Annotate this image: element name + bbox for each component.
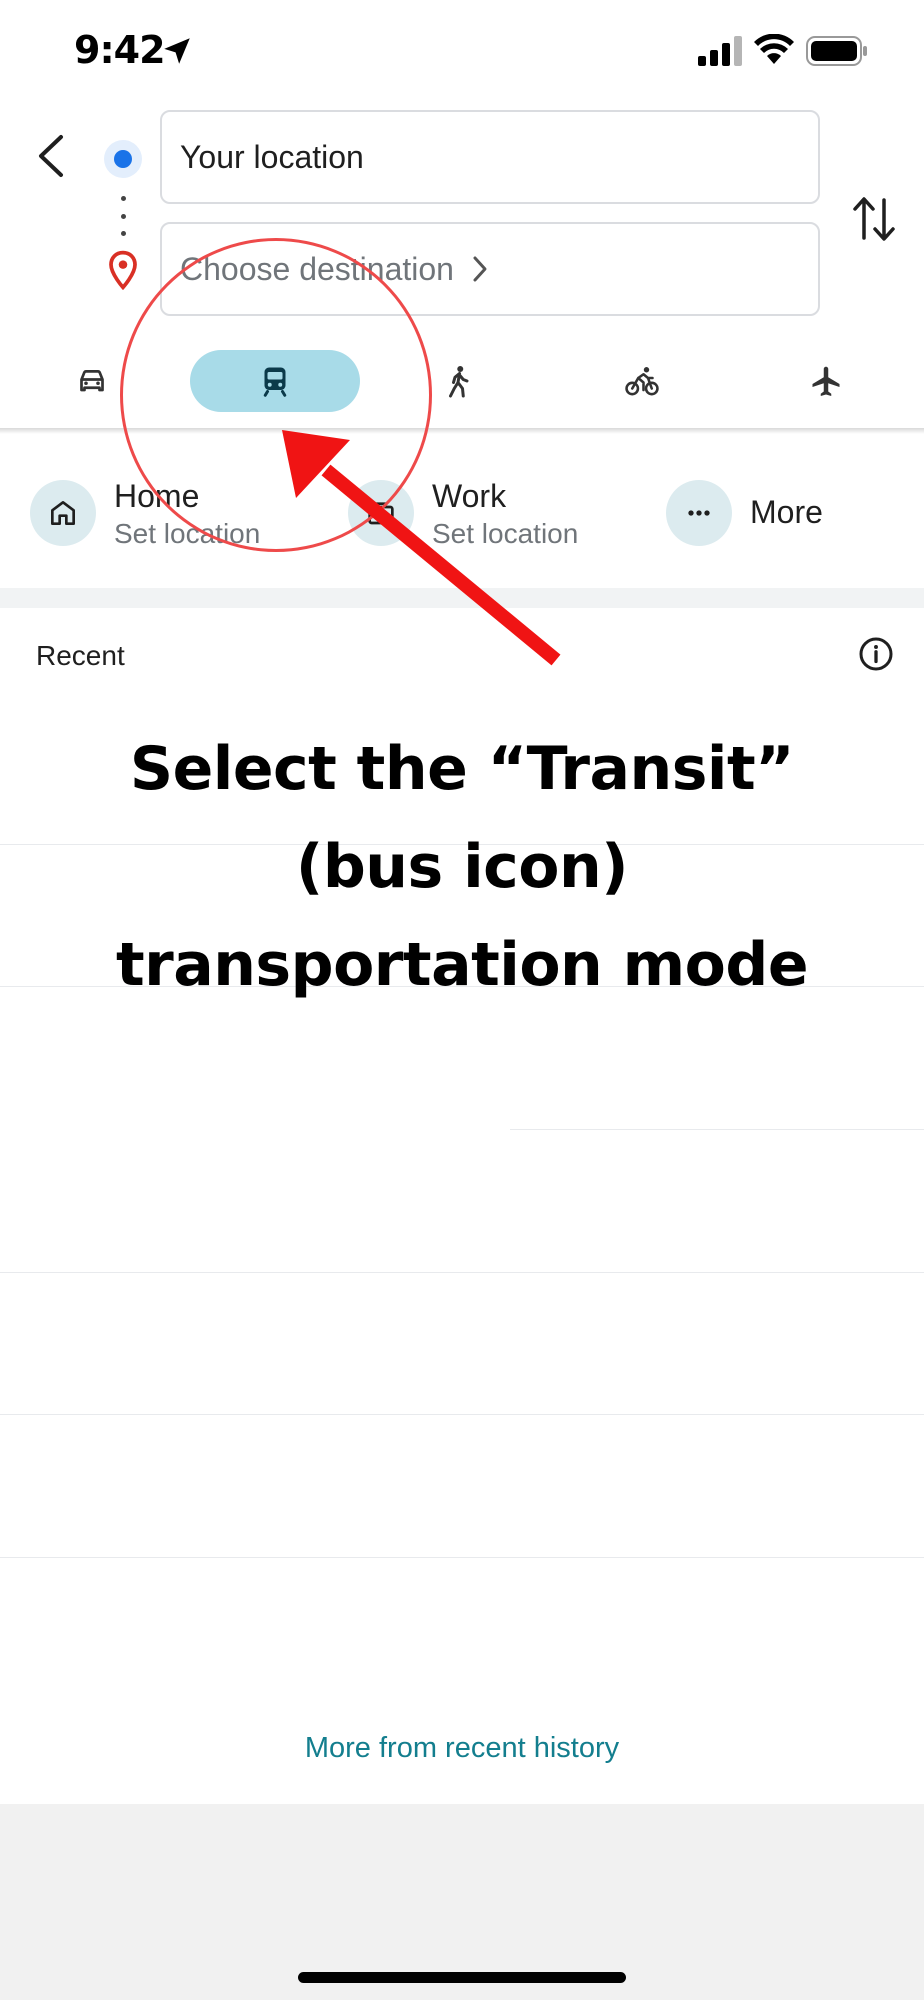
chevron-left-icon bbox=[39, 135, 63, 177]
home-icon bbox=[51, 501, 75, 525]
destination-pin-icon bbox=[109, 250, 137, 290]
instruction-line-2: (bus icon) bbox=[295, 832, 629, 902]
origin-input-value: Your location bbox=[180, 138, 364, 175]
mode-driving-tab[interactable] bbox=[66, 350, 118, 412]
origin-input[interactable]: Your location bbox=[160, 110, 820, 204]
recent-row-divider bbox=[510, 1129, 924, 1130]
walk-icon bbox=[449, 366, 469, 398]
recent-row-divider bbox=[0, 1414, 924, 1415]
bike-icon bbox=[625, 367, 659, 396]
origin-dot-icon bbox=[104, 140, 142, 178]
mode-cycling-tab[interactable] bbox=[616, 350, 668, 412]
instruction-overlay: Select the “Transit” (bus icon) transpor… bbox=[60, 720, 864, 1014]
plane-icon bbox=[812, 366, 840, 396]
shortcut-more-title: More bbox=[750, 494, 823, 530]
swap-directions-icon[interactable] bbox=[852, 194, 896, 244]
wifi-icon bbox=[754, 34, 794, 64]
footer-area bbox=[0, 1804, 924, 2000]
back-button[interactable] bbox=[28, 128, 72, 184]
route-dots bbox=[119, 196, 127, 236]
more-horiz-icon bbox=[688, 510, 710, 516]
annotation-circle bbox=[120, 238, 432, 552]
info-icon[interactable] bbox=[858, 636, 894, 672]
mode-walking-tab[interactable] bbox=[432, 350, 484, 412]
instruction-line-3: transportation mode bbox=[115, 930, 809, 1000]
status-bar: 9:42 bbox=[0, 0, 924, 104]
location-arrow-icon bbox=[164, 38, 190, 64]
recent-row-divider bbox=[0, 1557, 924, 1558]
chevron-right-icon bbox=[473, 256, 487, 282]
car-icon bbox=[80, 370, 104, 392]
status-time: 9:42 bbox=[74, 28, 166, 72]
recent-row-divider bbox=[0, 1272, 924, 1273]
battery-icon bbox=[806, 36, 867, 66]
mode-flights-tab[interactable] bbox=[800, 350, 852, 412]
section-separator bbox=[0, 588, 924, 608]
shortcut-work-title: Work bbox=[432, 478, 507, 514]
shortcut-work-subtitle: Set location bbox=[432, 518, 579, 549]
more-recent-history-link[interactable]: More from recent history bbox=[0, 1732, 924, 1765]
instruction-line-1: Select the “Transit” bbox=[129, 734, 795, 804]
cellular-signal-icon bbox=[698, 36, 742, 66]
home-indicator[interactable] bbox=[298, 1972, 626, 1983]
shortcut-more[interactable]: More bbox=[666, 478, 866, 548]
recent-heading: Recent bbox=[36, 640, 125, 671]
